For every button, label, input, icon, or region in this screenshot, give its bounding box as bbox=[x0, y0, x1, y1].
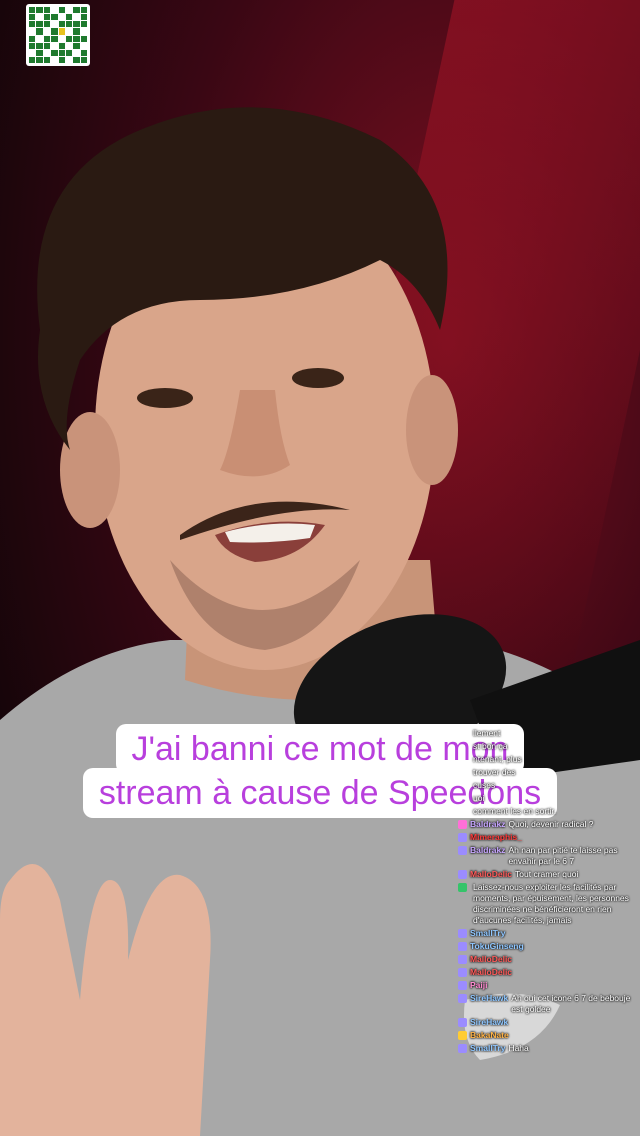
chat-username: MalloDelic bbox=[470, 869, 513, 879]
left-eye bbox=[137, 388, 193, 408]
sword-icon bbox=[458, 870, 467, 879]
chat-text: Quoi, devenir radical ? bbox=[508, 819, 594, 829]
chat-text: cuses bbox=[473, 780, 496, 790]
chat-message: TokuGinseng bbox=[458, 941, 638, 952]
chat-text: Ah oui cet icone 6 7 de bebouje est gold… bbox=[511, 993, 631, 1014]
chat-username: Baldrakz bbox=[470, 819, 506, 829]
chat-message: Baldrakz Quoi, devenir radical ? bbox=[458, 819, 638, 830]
chat-message: Laissez-nous exploiter les facilités par… bbox=[458, 882, 638, 926]
sword-icon bbox=[458, 968, 467, 977]
chat-text: uoi bbox=[473, 793, 485, 803]
qr-code bbox=[26, 4, 90, 66]
chat-username: TokuGinseng bbox=[470, 941, 524, 951]
blank-badge bbox=[458, 807, 467, 816]
chat-username: SireHawk bbox=[470, 1017, 509, 1027]
chat-text: trouver des bbox=[473, 767, 516, 777]
chat-message: ntenant, plus bbox=[458, 754, 638, 765]
chat-message: SmallTry bbox=[458, 928, 638, 939]
chat-message: trouver des bbox=[458, 767, 638, 778]
chat-message: llement bbox=[458, 728, 638, 739]
blank-badge bbox=[458, 742, 467, 751]
left-ear bbox=[60, 412, 120, 528]
chat-text: Laissez-nous exploiter les facilités par… bbox=[473, 882, 629, 925]
crown-icon bbox=[458, 1031, 467, 1040]
chat-message: BakaNate bbox=[458, 1030, 638, 1041]
chat-message: MalloDelic bbox=[458, 967, 638, 978]
chat-text: ntenant, plus bbox=[473, 754, 522, 764]
chat-text: st bon ça bbox=[473, 741, 508, 751]
chat-message: cuses bbox=[458, 780, 638, 791]
chat-username: Baldrakz bbox=[470, 845, 506, 855]
chat-username: MalloDelic bbox=[470, 954, 513, 964]
heart-icon bbox=[458, 820, 467, 829]
chat-message: Mimeraphis_ bbox=[458, 832, 638, 843]
chat-username: SmallTry bbox=[470, 1043, 506, 1053]
right-eye bbox=[292, 368, 344, 388]
sword-icon bbox=[458, 981, 467, 990]
blank-badge bbox=[458, 794, 467, 803]
chat-username: Paiji bbox=[470, 980, 488, 990]
sword-icon bbox=[458, 846, 467, 855]
chat-message: comment les en sortir. bbox=[458, 806, 638, 817]
blank-badge bbox=[458, 755, 467, 764]
sword-icon bbox=[458, 955, 467, 964]
blank-badge bbox=[458, 768, 467, 777]
chat-username: SmallTry bbox=[470, 928, 506, 938]
chat-message: MalloDelic bbox=[458, 954, 638, 965]
blank-badge bbox=[458, 781, 467, 790]
chat-message: st bon ça bbox=[458, 741, 638, 752]
raised-hand bbox=[0, 864, 211, 1136]
right-ear bbox=[406, 375, 458, 485]
sword-icon bbox=[458, 1018, 467, 1027]
twitch-chat-overlay: llement st bon ça ntenant, plus trouver des… bbox=[458, 728, 638, 1056]
chat-text: comment les en sortir. bbox=[473, 806, 557, 816]
chat-username: MalloDelic bbox=[470, 967, 513, 977]
chat-message: MalloDelic Tout cramer quoi bbox=[458, 869, 638, 880]
chat-username: SireHawk bbox=[470, 993, 509, 1003]
chat-username: Mimeraphis_ bbox=[470, 832, 522, 842]
chat-message: uoi bbox=[458, 793, 638, 804]
badge-icon bbox=[458, 883, 467, 892]
chat-message: SireHawk Ah oui cet icone 6 7 de bebouje … bbox=[458, 993, 638, 1015]
chat-message: Baldrakz Ah nan par pitié te laisse pas e… bbox=[458, 845, 638, 867]
blank-badge bbox=[458, 729, 467, 738]
chat-message: SmallTry Haha bbox=[458, 1043, 638, 1054]
sword-icon bbox=[458, 1044, 467, 1053]
chat-username: BakaNate bbox=[470, 1030, 509, 1040]
sword-icon bbox=[458, 833, 467, 842]
sword-icon bbox=[458, 929, 467, 938]
sword-icon bbox=[458, 942, 467, 951]
chat-text: Ah nan par pitié te laisse pas envahir p… bbox=[508, 845, 618, 866]
chat-text: Haha bbox=[508, 1043, 529, 1053]
chat-message: SireHawk bbox=[458, 1017, 638, 1028]
sword-icon bbox=[458, 994, 467, 1003]
chat-message: Paiji bbox=[458, 980, 638, 991]
chat-text: llement bbox=[473, 728, 501, 738]
chat-text: Tout cramer quoi bbox=[515, 869, 579, 879]
